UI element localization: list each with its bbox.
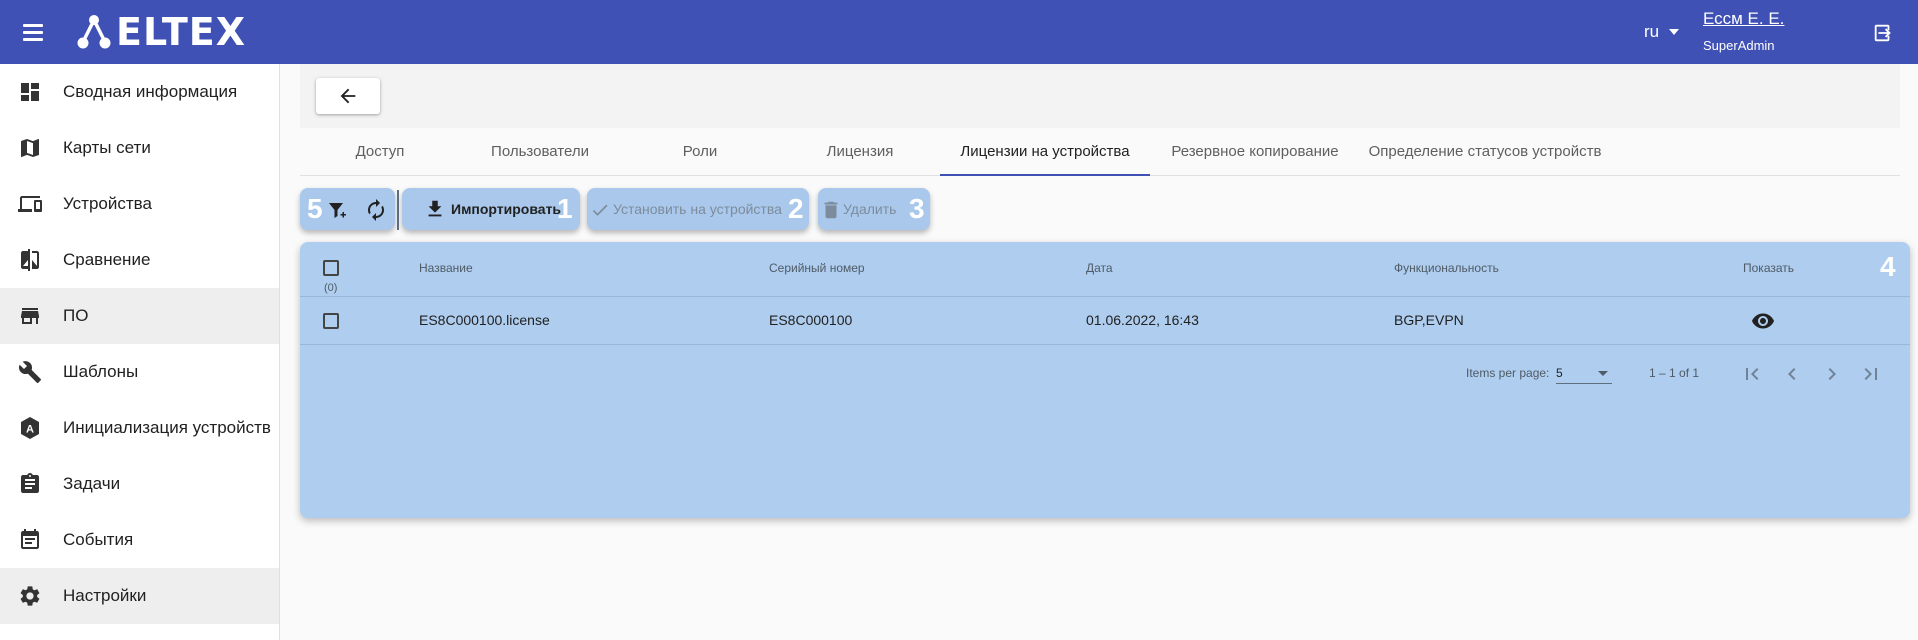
sidebar-item-settings[interactable]: Настройки — [0, 568, 279, 624]
items-per-page-value: 5 — [1556, 366, 1563, 380]
sidebar-item-label: Устройства — [63, 194, 152, 213]
logo-mark-icon — [77, 15, 111, 49]
back-bar — [300, 64, 1900, 128]
download-icon — [428, 200, 442, 217]
user-name-link[interactable]: Ессм Е. Е. — [1703, 9, 1784, 29]
dashboard-icon — [21, 83, 39, 101]
auto-icon: A — [21, 417, 39, 439]
select-all-checkbox[interactable] — [323, 260, 339, 276]
sidebar-item-devices[interactable]: Устройства — [0, 176, 279, 232]
clipboard-icon — [21, 473, 39, 493]
row-divider — [300, 344, 1910, 345]
sidebar-item-compare[interactable]: Сравнение — [0, 232, 279, 288]
first-page-icon[interactable] — [1739, 362, 1765, 386]
eye-icon[interactable] — [1751, 309, 1775, 333]
items-per-page-label: Items per page: — [1466, 366, 1550, 380]
cell-serial: ES8C000100 — [769, 312, 853, 328]
licenses-table-panel — [300, 242, 1910, 518]
next-page-icon[interactable] — [1819, 362, 1845, 386]
tab-device-licenses[interactable]: Лицензии на устройства — [940, 128, 1150, 176]
import-button-label: Импортировать — [451, 201, 562, 217]
column-header-show: Показать — [1743, 261, 1795, 275]
sidebar-item-label: Настройки — [63, 586, 147, 605]
last-page-icon[interactable] — [1858, 362, 1884, 386]
column-header-date[interactable]: Дата — [1086, 261, 1113, 275]
sidebar-item-templates[interactable]: Шаблоны — [0, 344, 279, 400]
user-role: SuperAdmin — [1703, 38, 1775, 53]
sidebar-item-network-maps[interactable]: Карты сети — [0, 120, 279, 176]
cell-name: ES8C000100.license — [419, 312, 550, 328]
language-value: ru — [1644, 22, 1660, 41]
sidebar-item-label: ПО — [63, 306, 89, 325]
calendar-icon — [21, 529, 39, 549]
sidebar-item-summary[interactable]: Сводная информация — [0, 64, 279, 120]
tab-access[interactable]: Доступ — [300, 128, 460, 176]
tab-roles[interactable]: Роли — [620, 128, 780, 176]
wrench-icon — [18, 361, 41, 383]
tab-bar: Доступ Пользователи Роли Лицензия Лиценз… — [300, 128, 1900, 176]
annotation-badge-3: 3 — [909, 193, 925, 224]
sidebar: Сводная информация Карты сети Устройства… — [0, 64, 280, 640]
annotation-badge-1: 1 — [557, 193, 573, 224]
sidebar-item-label: События — [63, 530, 134, 549]
sidebar-item-tasks[interactable]: Задачи — [0, 456, 279, 512]
sidebar-item-events[interactable]: События — [0, 512, 279, 568]
map-icon — [21, 139, 39, 157]
sidebar-item-label: Сравнение — [63, 250, 151, 269]
logout-icon[interactable] — [1872, 22, 1894, 44]
install-button-label: Установить на устройства — [613, 201, 782, 217]
gear-icon — [20, 586, 40, 606]
selected-count: (0) — [324, 282, 338, 294]
delete-button-label: Удалить — [843, 201, 897, 217]
sidebar-item-software[interactable]: ПО — [0, 288, 279, 344]
sidebar-item-label: Инициализация устройств — [63, 418, 271, 437]
tab-license[interactable]: Лицензия — [780, 128, 940, 176]
filter-add-icon[interactable] — [326, 199, 350, 223]
tab-users[interactable]: Пользователи — [460, 128, 620, 176]
refresh-icon[interactable] — [364, 198, 388, 222]
annotation-badge-2: 2 — [788, 193, 804, 224]
cell-date: 01.06.2022, 16:43 — [1086, 312, 1199, 328]
menu-icon[interactable] — [20, 20, 48, 44]
back-button[interactable] — [316, 78, 380, 114]
arrow-back-icon — [340, 88, 356, 104]
store-icon — [21, 308, 39, 324]
column-header-name[interactable]: Название — [419, 261, 473, 275]
items-per-page-select[interactable]: 5 — [1556, 364, 1612, 384]
annotation-badge-4: 4 — [1880, 251, 1896, 282]
chevron-down-icon — [1598, 371, 1608, 376]
sidebar-item-device-init[interactable]: A Инициализация устройств — [0, 400, 279, 456]
sidebar-item-label: Задачи — [63, 474, 121, 493]
row-checkbox[interactable] — [323, 313, 339, 329]
devices-icon — [18, 196, 42, 212]
active-tab-indicator — [940, 174, 1150, 176]
previous-page-icon[interactable] — [1779, 362, 1805, 386]
annotation-badge-5: 5 — [307, 193, 323, 224]
check-icon — [592, 204, 608, 216]
logo-text: ELTEX — [116, 10, 247, 54]
toolbar-divider — [397, 190, 399, 230]
pager-range: 1 – 1 of 1 — [1649, 366, 1700, 380]
compare-icon — [21, 249, 39, 271]
chevron-down-icon — [1669, 29, 1680, 35]
column-header-features[interactable]: Функциональность — [1394, 261, 1499, 275]
sidebar-item-label: Карты сети — [63, 138, 151, 157]
column-header-serial[interactable]: Серийный номер — [769, 261, 865, 275]
header-divider — [300, 296, 1910, 297]
tab-backup[interactable]: Резервное копирование — [1150, 128, 1360, 176]
sidebar-item-label: Сводная информация — [63, 82, 238, 101]
svg-text:A: A — [26, 424, 34, 436]
sidebar-item-label: Шаблоны — [63, 362, 139, 381]
top-app-bar: ELTEX ru Ессм Е. Е. SuperAdmin — [0, 0, 1918, 64]
eltex-logo: ELTEX — [76, 12, 246, 52]
trash-icon — [824, 201, 838, 219]
tab-device-status[interactable]: Определение статусов устройств — [1360, 128, 1610, 176]
language-select[interactable]: ru — [1644, 22, 1680, 42]
cell-features: BGP,EVPN — [1394, 312, 1464, 328]
